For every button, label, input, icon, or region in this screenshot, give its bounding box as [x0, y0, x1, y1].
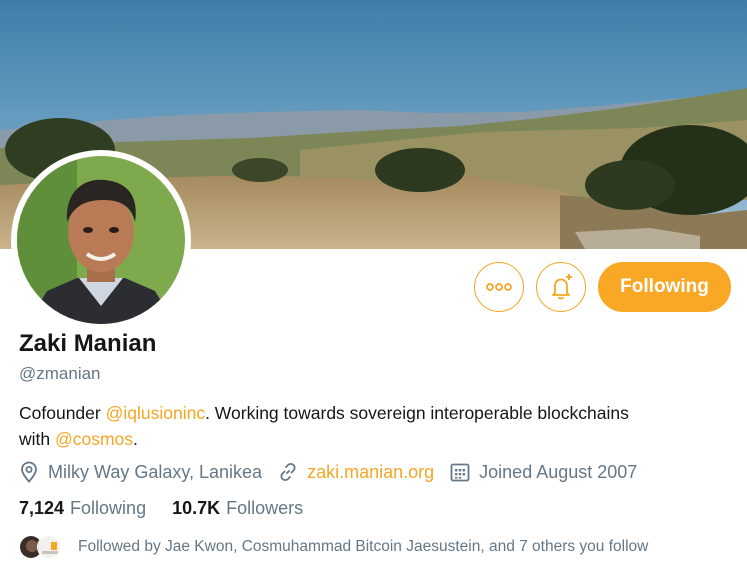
- profile-joined: Joined August 2007: [450, 462, 637, 483]
- avatar-photo: [17, 156, 185, 324]
- bio-mention-cosmos[interactable]: @cosmos: [55, 429, 133, 449]
- profile-website[interactable]: zaki.manian.org: [278, 462, 434, 483]
- bio-mention-iqlusioninc[interactable]: @iqlusioninc: [106, 403, 205, 423]
- bell-plus-icon: [552, 274, 572, 300]
- followed-by-text: Followed by Jae Kwon, Cosmuhammad Bitcoi…: [78, 538, 649, 555]
- bio-text: .: [133, 429, 138, 449]
- follower-avatar: [37, 535, 61, 559]
- calendar-icon: [450, 463, 470, 482]
- profile-location: Milky Way Galaxy, Lanikea: [19, 461, 262, 483]
- profile-stats: 7,124 Following 10.7K Followers: [19, 498, 329, 519]
- profile-name[interactable]: Zaki Manian: [19, 330, 156, 358]
- website-link[interactable]: zaki.manian.org: [307, 462, 434, 483]
- followed-by[interactable]: Followed by Jae Kwon, Cosmuhammad Bitcoi…: [19, 535, 648, 559]
- bio-text: Cofounder: [19, 403, 106, 423]
- profile-actions: Following: [474, 262, 731, 312]
- notifications-button[interactable]: [536, 262, 586, 312]
- profile-avatar[interactable]: [11, 150, 191, 330]
- followers-label: Followers: [226, 498, 304, 518]
- joined-text: Joined August 2007: [479, 461, 638, 482]
- following-stat[interactable]: 7,124 Following: [19, 498, 146, 519]
- location-pin-icon: [21, 461, 37, 483]
- followers-count: 10.7K: [172, 498, 221, 518]
- followed-by-avatars: [19, 535, 61, 559]
- link-icon: [280, 462, 296, 482]
- location-text: Milky Way Galaxy, Lanikea: [48, 461, 263, 482]
- profile-handle: @zmanian: [19, 364, 101, 383]
- following-button[interactable]: Following: [598, 262, 731, 312]
- more-options-button[interactable]: [474, 262, 524, 312]
- profile-bio: Cofounder @iqlusioninc. Working towards …: [19, 400, 659, 452]
- following-count: 7,124: [19, 498, 65, 518]
- following-label: Following: [70, 498, 147, 518]
- more-options-icon: [486, 283, 512, 291]
- followers-stat[interactable]: 10.7K Followers: [172, 498, 303, 519]
- profile-meta: Milky Way Galaxy, Lanikea zaki.manian.or…: [19, 461, 653, 483]
